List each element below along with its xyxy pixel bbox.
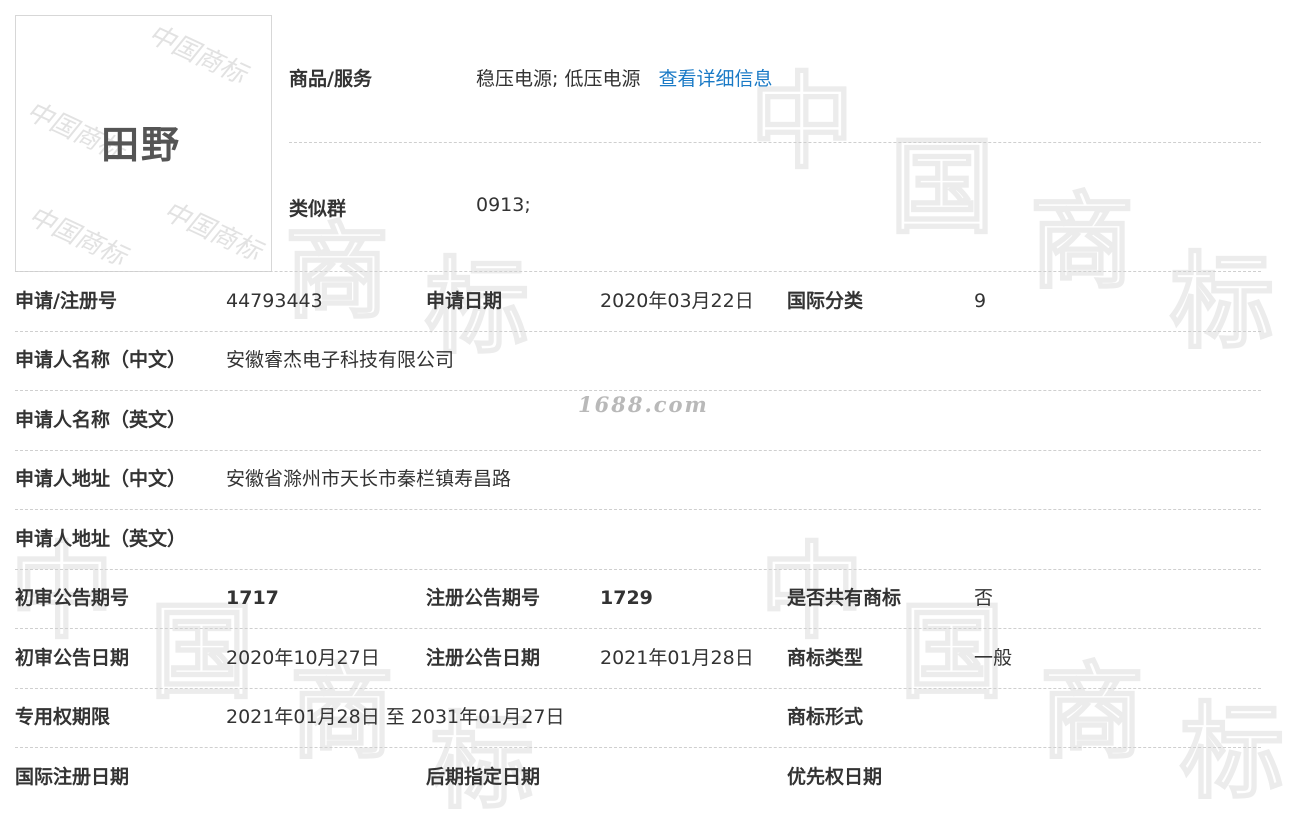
goods-services-value: 稳压电源; 低压电源 [476, 68, 641, 90]
info-row-publication-numbers: 初审公告期号 1717 注册公告期号 1729 是否共有商标 否 [15, 569, 1261, 628]
reg-pub-date-label: 注册公告日期 [426, 647, 541, 669]
logo-watermark-text: 中国商标 [158, 196, 266, 268]
prelim-pub-date-label: 初审公告日期 [15, 647, 130, 669]
applicant-address-cn-value: 安徽省滁州市天长市秦栏镇寿昌路 [226, 468, 512, 490]
info-row-application-number: 申请/注册号 44793443 申请日期 2020年03月22日 国际分类 9 [15, 272, 1261, 331]
shared-trademark-label: 是否共有商标 [787, 587, 902, 609]
application-date-label: 申请日期 [426, 290, 503, 312]
logo-watermark-text: 中国商标 [23, 201, 131, 272]
view-details-link[interactable]: 查看详细信息 [658, 68, 772, 90]
applicant-name-cn-value: 安徽睿杰电子科技有限公司 [226, 349, 455, 371]
applicant-name-cn-label: 申请人名称（中文） [15, 349, 187, 371]
intl-class-value: 9 [974, 290, 987, 312]
trademark-type-value: 一般 [974, 647, 1013, 669]
later-designation-date-label: 后期指定日期 [426, 766, 541, 788]
goods-services-label: 商品/服务 [289, 68, 372, 90]
applicant-address-en-label: 申请人地址（英文） [15, 528, 187, 550]
logo-mark-text: 田野 [101, 123, 182, 167]
similar-group-label: 类似群 [289, 198, 347, 220]
trademark-detail: 中国商标 中国商标 中国商标 中国商标 田野 商品/服务 稳压电源; 低压电源查… [0, 0, 1290, 803]
prelim-pub-number-value: 1717 [226, 587, 279, 609]
info-row-applicant-name-en: 申请人名称（英文） [15, 391, 1261, 450]
application-number-value: 44793443 [226, 290, 323, 312]
application-date-value: 2020年03月22日 [600, 290, 754, 312]
prelim-pub-number-label: 初审公告期号 [15, 587, 130, 609]
trademark-type-label: 商标类型 [787, 647, 864, 669]
application-number-label: 申请/注册号 [15, 290, 117, 312]
shared-trademark-value: 否 [974, 587, 994, 609]
reg-pub-number-value: 1729 [600, 587, 653, 609]
info-row-applicant-address-cn: 申请人地址（中文） 安徽省滁州市天长市秦栏镇寿昌路 [15, 450, 1261, 509]
info-row-international-dates: 国际注册日期 后期指定日期 优先权日期 [15, 748, 1261, 807]
info-row-publication-dates: 初审公告日期 2020年10月27日 注册公告日期 2021年01月28日 商标… [15, 629, 1261, 688]
info-row-exclusive-rights: 专用权期限 2021年01月28日 至 2031年01月27日 商标形式 [15, 688, 1261, 747]
divider [289, 142, 1261, 143]
info-row-applicant-address-en: 申请人地址（英文） [15, 510, 1261, 569]
logo-watermark-text: 中国商标 [143, 19, 251, 91]
trademark-logo-image: 中国商标 中国商标 中国商标 中国商标 田野 [15, 15, 272, 272]
intl-class-label: 国际分类 [787, 290, 864, 312]
prelim-pub-date-value: 2020年10月27日 [226, 647, 380, 669]
exclusive-rights-period-label: 专用权期限 [15, 706, 111, 728]
applicant-name-en-label: 申请人名称（英文） [15, 409, 187, 431]
applicant-address-cn-label: 申请人地址（中文） [15, 468, 187, 490]
exclusive-rights-period-value: 2021年01月28日 至 2031年01月27日 [226, 706, 565, 728]
intl-reg-date-label: 国际注册日期 [15, 766, 130, 788]
similar-group-value: 0913; [476, 194, 531, 216]
reg-pub-date-value: 2021年01月28日 [600, 647, 754, 669]
info-row-applicant-name-cn: 申请人名称（中文） 安徽睿杰电子科技有限公司 [15, 331, 1261, 390]
priority-date-label: 优先权日期 [787, 766, 883, 788]
trademark-form-label: 商标形式 [787, 706, 864, 728]
reg-pub-number-label: 注册公告期号 [426, 587, 541, 609]
